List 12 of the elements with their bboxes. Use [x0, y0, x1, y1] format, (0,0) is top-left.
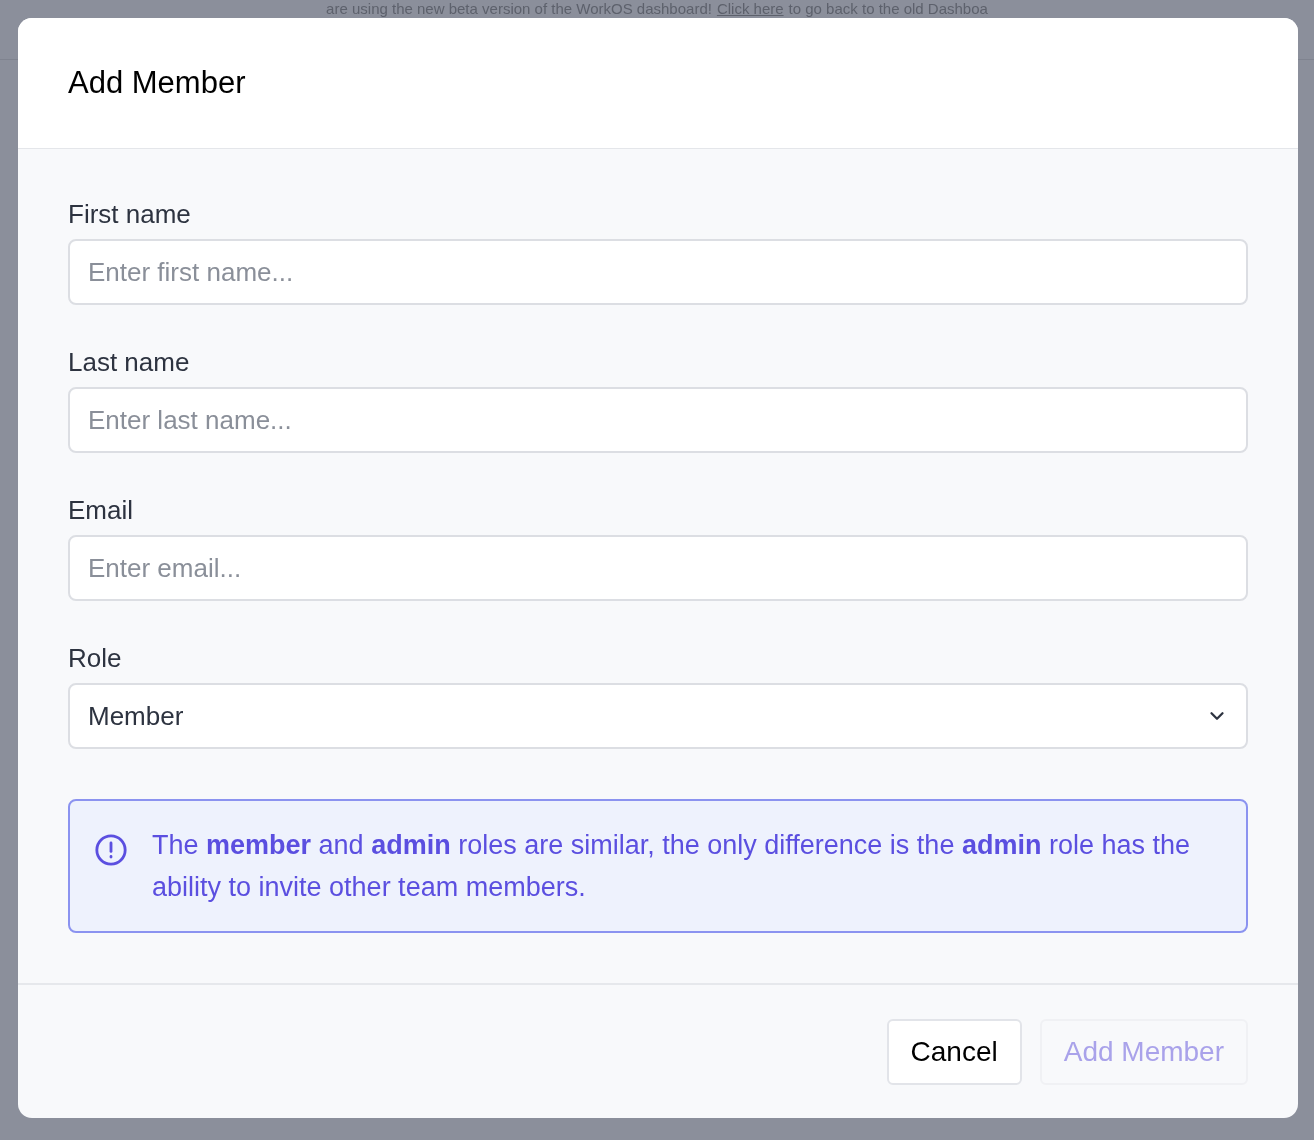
field-label: First name	[68, 199, 192, 229]
notice-text: The member and admin roles are similar, the only difference is the admin role has the ability to invite other team members.	[152, 829, 1191, 904]
role-select[interactable]: Member	[68, 683, 1248, 749]
field-label: Role	[68, 643, 123, 673]
input-field[interactable]: Enter email...	[68, 535, 1248, 601]
cancel-button[interactable]: Cancel	[886, 1018, 1022, 1085]
field-label: Email	[68, 495, 134, 525]
input-field[interactable]: Enter last name...	[68, 387, 1248, 453]
dialog-title: Add Member	[68, 63, 246, 102]
input-field[interactable]: Enter first name...	[68, 239, 1248, 305]
field-label: Last name	[68, 347, 191, 377]
info-icon	[94, 833, 128, 867]
